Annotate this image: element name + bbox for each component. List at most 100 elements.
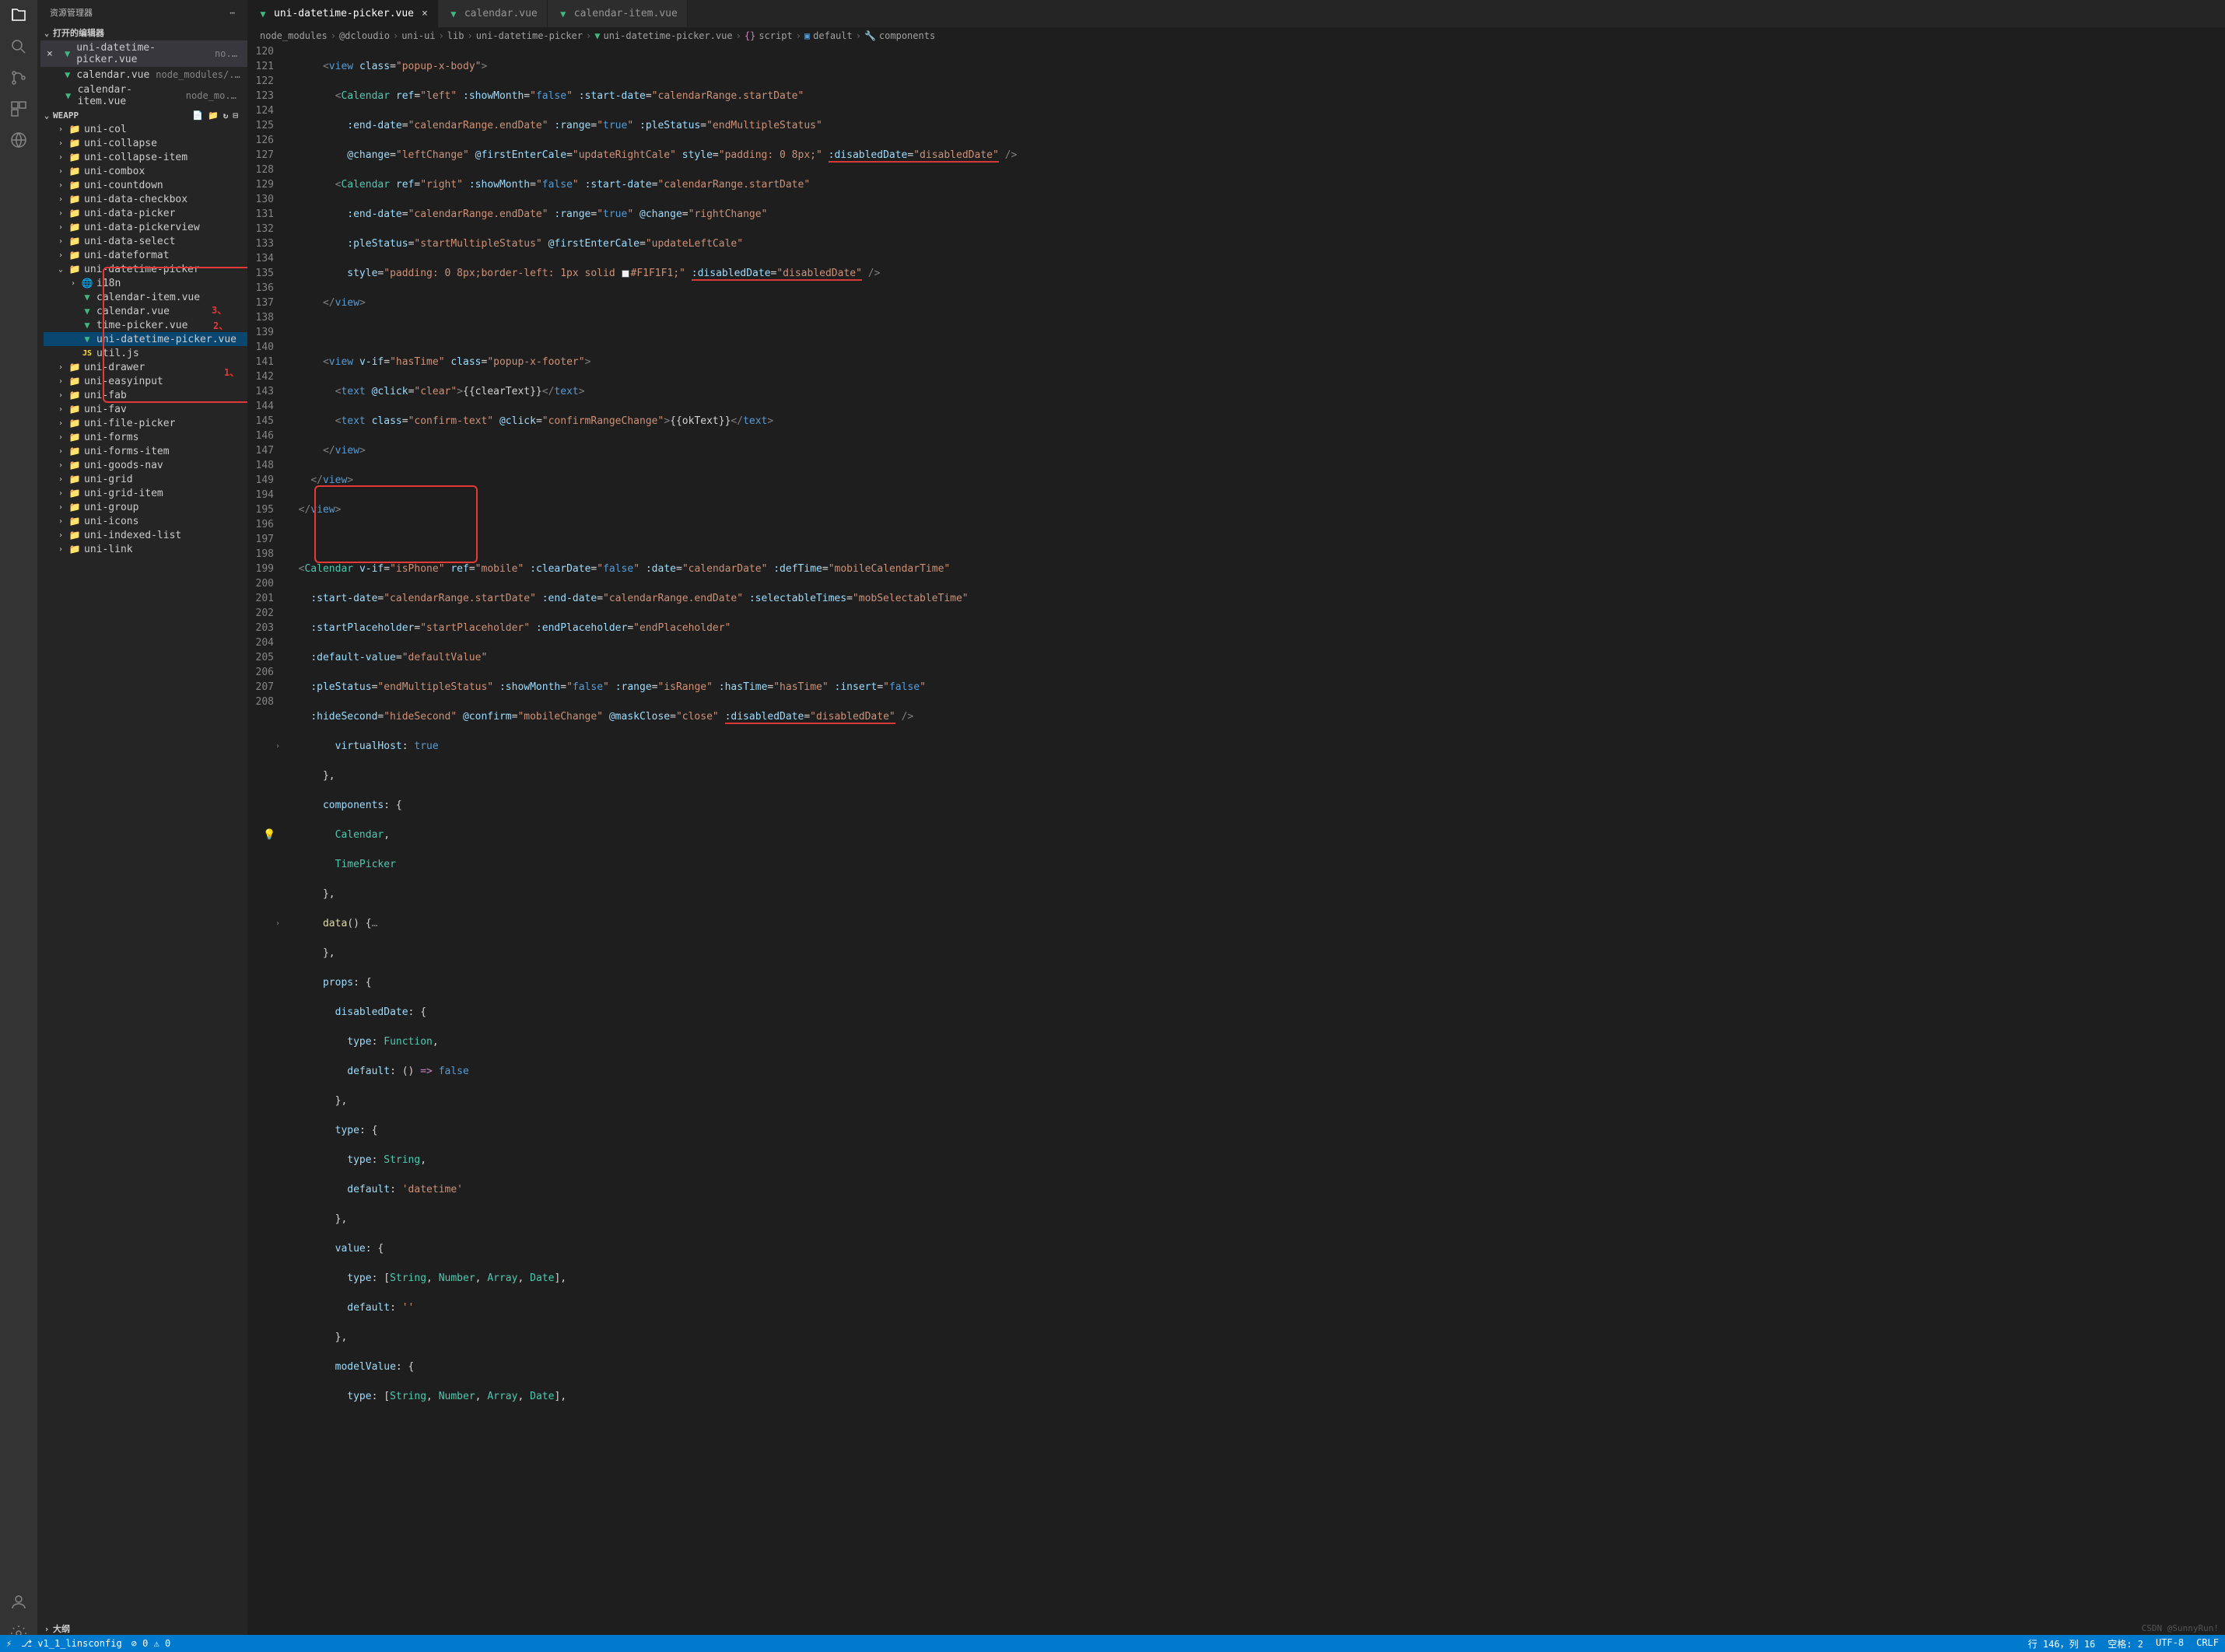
- close-icon[interactable]: ×: [47, 48, 58, 60]
- vue-file-icon: ▼: [81, 333, 93, 345]
- tree-item-uni-grid[interactable]: ›📁uni-grid: [44, 472, 247, 486]
- tree-item-uni-fav[interactable]: ›📁uni-fav: [44, 402, 247, 416]
- git-branch[interactable]: ⎇ v1_1_linsconfig: [21, 1638, 121, 1649]
- cursor-position[interactable]: 行 146，列 16: [2028, 1637, 2096, 1650]
- folder-icon: 📁: [68, 179, 81, 191]
- vue-file-icon: ▼: [557, 8, 569, 20]
- collapse-icon[interactable]: ⊟: [233, 110, 238, 121]
- chevron-down-icon: ⌄: [40, 110, 53, 121]
- file-tree: 3、 2、 1、 ›📁uni-col›📁uni-collapse›📁uni-co…: [37, 122, 247, 1621]
- folder-icon: 📁: [68, 137, 81, 149]
- folder-icon: 📁: [68, 389, 81, 401]
- open-editors-header[interactable]: ⌄ 打开的编辑器: [37, 25, 247, 40]
- tree-item-uni-group[interactable]: ›📁uni-group: [44, 500, 247, 514]
- tree-item-uni-goods-nav[interactable]: ›📁uni-goods-nav: [44, 458, 247, 472]
- remote-icon[interactable]: [9, 131, 28, 149]
- vue-file-icon: ▼: [257, 8, 269, 20]
- close-icon[interactable]: ×: [422, 8, 428, 19]
- tree-item-uni-forms-item[interactable]: ›📁uni-forms-item: [44, 444, 247, 458]
- cube-icon: ▣: [804, 30, 810, 41]
- tree-item-uni-data-select[interactable]: ›📁uni-data-select: [44, 234, 247, 248]
- encoding[interactable]: UTF-8: [2156, 1637, 2184, 1650]
- tree-item-uni-icons[interactable]: ›📁uni-icons: [44, 514, 247, 528]
- tree-item-uni-collapse[interactable]: ›📁uni-collapse: [44, 136, 247, 150]
- open-editor-item[interactable]: ▼ calendar-item.vue node_mo...: [40, 82, 247, 109]
- folder-icon: 📁: [68, 151, 81, 163]
- vue-file-icon: ▼: [447, 8, 460, 20]
- folder-icon: 📁: [68, 487, 81, 499]
- close-icon[interactable]: [47, 69, 58, 81]
- tree-item-calendar-item.vue[interactable]: ▼calendar-item.vue: [44, 290, 247, 304]
- tree-item-uni-forms[interactable]: ›📁uni-forms: [44, 430, 247, 444]
- tree-item-uni-file-picker[interactable]: ›📁uni-file-picker: [44, 416, 247, 430]
- annotation-box: [314, 485, 478, 563]
- search-icon[interactable]: [9, 37, 28, 56]
- eol[interactable]: CRLF: [2196, 1637, 2219, 1650]
- tree-item-uni-combox[interactable]: ›📁uni-combox: [44, 164, 247, 178]
- tree-item-uni-data-picker[interactable]: ›📁uni-data-picker: [44, 206, 247, 220]
- open-editor-item[interactable]: ▼ calendar.vue node_modules/...: [40, 67, 247, 82]
- editor-tab[interactable]: ▼uni-datetime-picker.vue×: [247, 0, 438, 27]
- tree-item-i18n[interactable]: ›🌐i18n: [44, 276, 247, 290]
- tree-item-uni-link[interactable]: ›📁uni-link: [44, 542, 247, 556]
- folder-icon: 📁: [68, 543, 81, 555]
- tree-item-uni-fab[interactable]: ›📁uni-fab: [44, 388, 247, 402]
- folder-icon: 📁: [68, 361, 81, 373]
- statusbar: ⚡ ⎇ v1_1_linsconfig ⊘ 0 ⚠ 0 行 146，列 16 空…: [0, 1635, 2225, 1652]
- tree-item-uni-drawer[interactable]: ›📁uni-drawer: [44, 360, 247, 374]
- tree-item-uni-data-checkbox[interactable]: ›📁uni-data-checkbox: [44, 192, 247, 206]
- sidebar-title: 资源管理器: [50, 6, 93, 19]
- tree-item-uni-dateformat[interactable]: ›📁uni-dateformat: [44, 248, 247, 262]
- tree-item-uni-collapse-item[interactable]: ›📁uni-collapse-item: [44, 150, 247, 164]
- tree-item-calendar.vue[interactable]: ▼calendar.vue: [44, 304, 247, 318]
- sidebar-more-icon[interactable]: ⋯: [230, 8, 235, 18]
- folder-icon: 📁: [68, 165, 81, 177]
- outline-header[interactable]: ›大纲: [37, 1621, 247, 1636]
- editor-tab[interactable]: ▼calendar-item.vue: [548, 0, 688, 27]
- folder-icon: 📁: [68, 473, 81, 485]
- new-file-icon[interactable]: 📄: [192, 110, 203, 121]
- open-editors-list: × ▼ uni-datetime-picker.vue no... ▼ cale…: [37, 40, 247, 109]
- code-editor[interactable]: 1201211221231241251261271281291301311321…: [247, 44, 2225, 1652]
- vue-file-icon: ▼: [81, 319, 93, 331]
- tree-item-util.js[interactable]: JSutil.js: [44, 346, 247, 360]
- account-icon[interactable]: [9, 1593, 28, 1612]
- code-content[interactable]: <view class="popup-x-body"> <Calendar re…: [286, 44, 2225, 1652]
- close-icon[interactable]: [47, 90, 59, 102]
- folder-icon: 📁: [68, 193, 81, 205]
- folder-icon: 📁: [68, 123, 81, 135]
- extensions-icon[interactable]: [9, 100, 28, 118]
- tree-item-uni-easyinput[interactable]: ›📁uni-easyinput: [44, 374, 247, 388]
- line-gutter: 1201211221231241251261271281291301311321…: [247, 44, 286, 1652]
- folder-icon: 📁: [68, 221, 81, 233]
- editor-tabs: ▼uni-datetime-picker.vue× ▼calendar.vue …: [247, 0, 2225, 27]
- tree-item-uni-datetime-picker.vue[interactable]: ▼uni-datetime-picker.vue: [44, 332, 247, 346]
- i18n-folder-icon: 🌐: [81, 277, 93, 289]
- chevron-right-icon: ›: [40, 1624, 53, 1634]
- js-file-icon: JS: [81, 347, 93, 359]
- tree-item-uni-data-pickerview[interactable]: ›📁uni-data-pickerview: [44, 220, 247, 234]
- open-editor-item[interactable]: × ▼ uni-datetime-picker.vue no...: [40, 40, 247, 67]
- workspace-header[interactable]: ⌄ WEAPP 📄 📁 ↻ ⊟: [37, 109, 247, 122]
- problems[interactable]: ⊘ 0 ⚠ 0: [131, 1638, 171, 1649]
- tree-item-uni-grid-item[interactable]: ›📁uni-grid-item: [44, 486, 247, 500]
- editor-area: ▼uni-datetime-picker.vue× ▼calendar.vue …: [247, 0, 2225, 1652]
- folder-icon: 📁: [68, 445, 81, 457]
- explorer-icon[interactable]: [9, 6, 28, 25]
- vue-file-icon: ▼: [61, 68, 73, 81]
- tree-item-uni-col[interactable]: ›📁uni-col: [44, 122, 247, 136]
- source-control-icon[interactable]: [9, 68, 28, 87]
- editor-tab[interactable]: ▼calendar.vue: [438, 0, 548, 27]
- breadcrumb[interactable]: node_modules› @dcloudio› uni-ui› lib› un…: [247, 27, 2225, 44]
- sidebar: 资源管理器 ⋯ ⌄ 打开的编辑器 × ▼ uni-datetime-picker…: [37, 0, 247, 1652]
- tree-item-uni-indexed-list[interactable]: ›📁uni-indexed-list: [44, 528, 247, 542]
- folder-icon: 📁: [68, 431, 81, 443]
- refresh-icon[interactable]: ↻: [223, 110, 229, 121]
- remote-indicator[interactable]: ⚡: [6, 1638, 12, 1649]
- tree-item-uni-countdown[interactable]: ›📁uni-countdown: [44, 178, 247, 192]
- indentation[interactable]: 空格: 2: [2108, 1637, 2143, 1650]
- folder-icon: 📁: [68, 375, 81, 387]
- tree-item-uni-datetime-picker[interactable]: ⌄📁uni-datetime-picker: [44, 262, 247, 276]
- tree-item-time-picker.vue[interactable]: ▼time-picker.vue: [44, 318, 247, 332]
- new-folder-icon[interactable]: 📁: [208, 110, 219, 121]
